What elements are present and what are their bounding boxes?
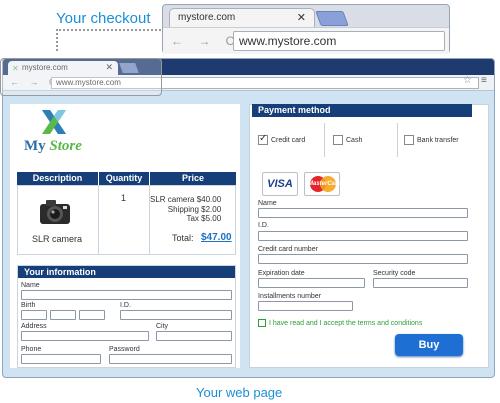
store-logo-icon: [42, 110, 66, 134]
total-value[interactable]: $47.00: [201, 232, 232, 243]
price-row: SLR camera $40.00: [150, 195, 222, 204]
card-name-field[interactable]: [258, 208, 468, 218]
address-field[interactable]: [21, 331, 149, 341]
expiration-field[interactable]: [258, 278, 365, 288]
mastercard-text: MasterCard: [308, 181, 342, 187]
close-icon[interactable]: ✕: [297, 11, 306, 24]
header-price: Price: [150, 172, 236, 185]
checkout-callout-label: Your checkout: [56, 10, 151, 27]
security-code-label: Security code: [373, 270, 416, 277]
id-field[interactable]: [120, 310, 232, 320]
price-row: Shipping $2.00: [167, 204, 222, 214]
birth-year-field[interactable]: [79, 310, 105, 320]
id-label: I.D.: [120, 302, 131, 309]
logo-store: Store: [49, 138, 82, 154]
expiration-label: Expiration date: [258, 270, 305, 277]
navigation-icons[interactable]: ← → C: [171, 34, 240, 48]
visa-card-icon[interactable]: VISA: [262, 172, 298, 196]
option-bank-transfer[interactable]: Bank transfer: [398, 123, 473, 157]
terms-label: I have read and I accept the terms and c…: [269, 319, 423, 327]
card-id-label: I.D.: [258, 222, 269, 229]
birth-day-field[interactable]: [21, 310, 47, 320]
security-code-field[interactable]: [373, 278, 468, 288]
card-name-label: Name: [258, 200, 277, 207]
password-label: Password: [109, 346, 140, 353]
name-field[interactable]: [21, 290, 232, 300]
total-label: Total:: [172, 233, 194, 243]
camera-icon: [40, 200, 70, 224]
birth-month-field[interactable]: [50, 310, 76, 320]
credit-card-label: Credit card: [271, 136, 306, 144]
mastercard-icon[interactable]: MasterCard: [304, 172, 342, 196]
installments-field[interactable]: [258, 301, 353, 311]
name-label: Name: [21, 282, 40, 289]
bank-transfer-label: Bank transfer: [417, 136, 459, 144]
mini-url-field[interactable]: www.mystore.com: [233, 31, 445, 51]
phone-field[interactable]: [21, 354, 101, 364]
password-field[interactable]: [109, 354, 232, 364]
header-description: Description: [17, 172, 98, 185]
option-credit-card[interactable]: Credit card: [252, 123, 325, 157]
terms-row[interactable]: I have read and I accept the terms and c…: [258, 319, 422, 327]
address-label: Address: [21, 323, 47, 330]
mini-tab-title: mystore.com: [178, 12, 236, 23]
terms-checkbox[interactable]: [258, 319, 266, 327]
your-information-title: Your information: [18, 266, 235, 278]
column-divider: [98, 185, 99, 255]
birth-label: Birth: [21, 302, 36, 309]
web-page-label: Your web page: [196, 385, 283, 400]
checkout-browser-zoom: mystore.com ✕ ← → C www.mystore.com: [162, 4, 450, 54]
mini-browser-tab[interactable]: mystore.com ✕: [169, 8, 315, 27]
logo-my: My: [24, 138, 46, 154]
buy-button[interactable]: Buy: [395, 334, 463, 356]
callout-connector: [56, 29, 168, 31]
cash-checkbox[interactable]: [333, 135, 343, 145]
phone-label: Phone: [21, 346, 42, 353]
installments-label: Installments number: [258, 293, 322, 300]
price-row: Tax $5.00: [186, 214, 222, 223]
bookmark-star-icon[interactable]: ☆: [463, 75, 472, 86]
credit-card-checkbox[interactable]: [258, 133, 268, 145]
header-quantity: Quantity: [99, 172, 149, 185]
city-label: City: [156, 323, 169, 330]
card-number-label: Credit card number: [258, 246, 318, 253]
city-field[interactable]: [156, 331, 232, 341]
cash-label: Cash: [346, 136, 363, 144]
new-tab-button[interactable]: [315, 11, 349, 26]
checkout-highlight-box: [0, 58, 162, 96]
card-id-field[interactable]: [258, 231, 468, 241]
price-breakdown: SLR camera $40.00 Shipping $2.00 Tax $5.…: [150, 195, 221, 224]
bank-transfer-checkbox[interactable]: [404, 135, 414, 145]
payment-method-title: Payment method: [252, 104, 472, 117]
store-logo-text: My Store: [24, 138, 82, 155]
mini-address-bar-row: ← → C www.mystore.com: [163, 27, 449, 54]
option-cash[interactable]: Cash: [325, 123, 398, 157]
card-number-field[interactable]: [258, 254, 468, 264]
callout-connector-vertical: [56, 29, 58, 51]
item-description: SLR camera: [32, 234, 83, 244]
menu-icon[interactable]: ≡: [481, 75, 487, 86]
item-quantity: 1: [121, 193, 127, 203]
